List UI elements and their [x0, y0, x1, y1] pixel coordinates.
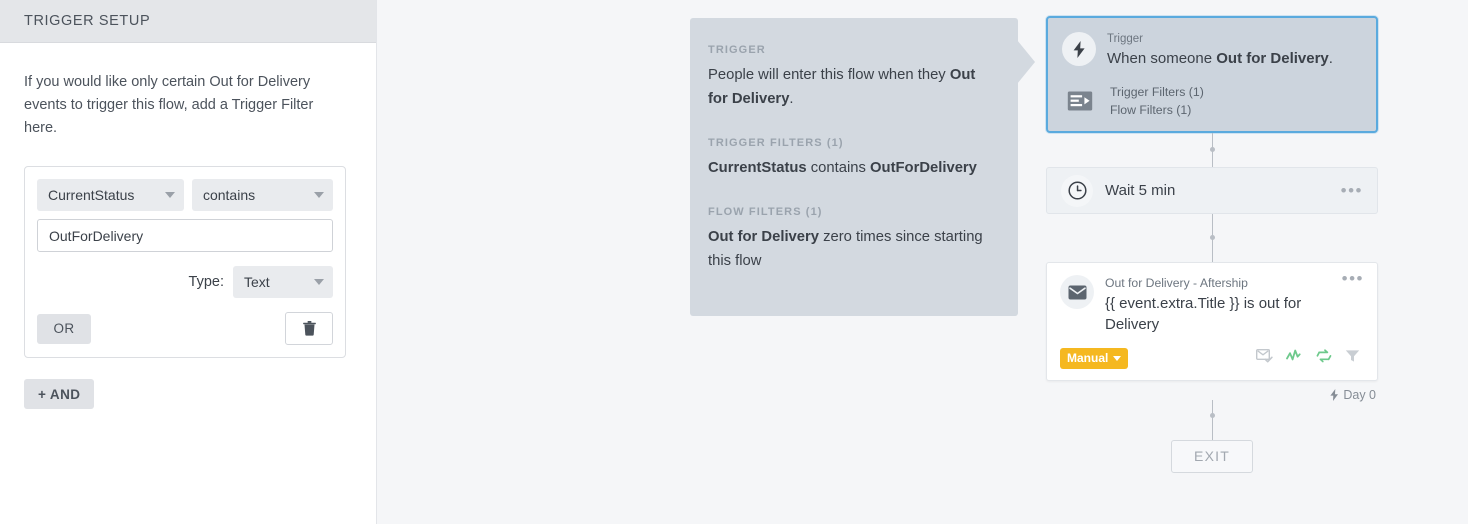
filter-value-input[interactable]	[37, 219, 333, 252]
flow-summary-tooltip: TRIGGER People will enter this flow when…	[690, 18, 1035, 316]
trigger-node-text: Trigger When someone Out for Delivery.	[1107, 32, 1333, 69]
connector-line	[1211, 400, 1213, 440]
exit-node-wrapper: EXIT	[1046, 440, 1378, 473]
filter-attribute-select[interactable]: CurrentStatus	[37, 179, 184, 211]
summary-trigger-text: People will enter this flow when they Ou…	[708, 63, 992, 111]
flow-canvas: Trigger When someone Out for Delivery. T…	[1046, 16, 1378, 473]
filter-attribute-value: CurrentStatus	[48, 187, 135, 203]
email-check-icon[interactable]	[1255, 348, 1273, 368]
connector-trigger-to-wait	[1046, 133, 1378, 167]
trigger-node-filters[interactable]: Trigger Filters (1) Flow Filters (1)	[1062, 83, 1362, 119]
ab-test-swap-glyph	[1316, 349, 1332, 363]
trigger-headline-plain: When someone	[1107, 50, 1217, 67]
trigger-filter-group: CurrentStatus contains Type: Text OR	[24, 166, 346, 358]
chevron-down-icon	[314, 192, 324, 198]
trigger-filters-count: Trigger Filters (1)	[1110, 85, 1204, 99]
delete-filter-button[interactable]	[285, 312, 333, 345]
trigger-node-filter-counts: Trigger Filters (1) Flow Filters (1)	[1110, 83, 1204, 119]
summary-flow-filters-event: Out for Delivery	[708, 229, 820, 245]
trigger-setup-panel: TRIGGER SETUP If you would like only cer…	[0, 0, 377, 524]
or-button[interactable]: OR	[37, 313, 91, 344]
summary-trigger-filters-label: TRIGGER FILTERS (1)	[708, 137, 844, 149]
flow-node-wait[interactable]: Wait 5 min •••	[1046, 167, 1378, 214]
lightning-bolt-glyph	[1073, 40, 1085, 58]
status-badge[interactable]: Manual	[1060, 348, 1129, 369]
ab-test-swap-icon[interactable]	[1316, 349, 1332, 368]
chevron-down-icon	[164, 192, 175, 198]
filter-type-label: Type:	[188, 274, 224, 290]
funnel-filter-glyph	[1345, 350, 1360, 362]
filter-operator-value: contains	[202, 187, 256, 203]
trigger-headline-bold: Out for Delivery	[1216, 50, 1329, 67]
filter-condition-row: CurrentStatus contains	[37, 179, 333, 211]
clock-glyph	[1067, 181, 1087, 200]
filters-list-icon	[1065, 88, 1095, 114]
email-node-kicker: Out for Delivery - Aftership	[1105, 276, 1248, 290]
summary-trigger-label: TRIGGER	[708, 44, 766, 56]
trigger-node-top: Trigger When someone Out for Delivery.	[1062, 32, 1362, 69]
analytics-spike-icon[interactable]	[1286, 349, 1303, 368]
filter-type-row: Type: Text	[37, 266, 333, 298]
trigger-node-headline: When someone Out for Delivery.	[1107, 48, 1333, 69]
filter-type-value: Text	[244, 274, 270, 290]
trash-icon	[302, 321, 316, 336]
connector-wait-to-email	[1046, 214, 1378, 262]
trigger-node-kicker: Trigger	[1107, 33, 1143, 45]
envelope-glyph	[1068, 285, 1086, 299]
funnel-filter-icon[interactable]	[1345, 349, 1360, 368]
email-node-top: Out for Delivery - Aftership ••• {{ even…	[1060, 270, 1364, 335]
filter-type-select[interactable]: Text	[233, 266, 333, 298]
filter-operator-select[interactable]: contains	[191, 179, 333, 211]
email-node-header-row: Out for Delivery - Aftership •••	[1105, 270, 1364, 291]
summary-trigger-filters-attr: CurrentStatus	[708, 160, 807, 176]
connector-dot	[1209, 235, 1215, 240]
analytics-spike-glyph	[1286, 349, 1301, 361]
filter-actions-row: OR	[37, 312, 333, 345]
connector-dot	[1209, 413, 1215, 418]
wait-node-menu-button[interactable]: •••	[1341, 182, 1363, 199]
summary-trigger-filters-value: OutForDelivery	[870, 160, 977, 176]
status-badge-label: Manual	[1067, 351, 1109, 365]
lightning-bolt-icon	[1062, 32, 1096, 66]
clock-icon	[1061, 174, 1093, 207]
wait-node-label: Wait 5 min	[1105, 182, 1176, 199]
panel-description: If you would like only certain Out for D…	[24, 74, 314, 136]
chevron-down-icon	[314, 279, 324, 285]
email-node-text: Out for Delivery - Aftership ••• {{ even…	[1105, 270, 1364, 335]
summary-flow-filters-label: FLOW FILTERS (1)	[708, 206, 823, 218]
email-node-footer: Manual	[1060, 348, 1364, 369]
trigger-headline-end: .	[1328, 50, 1333, 67]
summary-trigger-text-plain: People will enter this flow when they	[708, 67, 950, 83]
page-title: TRIGGER SETUP	[24, 13, 151, 29]
summary-trigger-filters-op: contains	[806, 160, 871, 176]
summary-flow-filters-text: Out for Delivery zero times since starti…	[708, 225, 992, 273]
email-node-menu-button[interactable]: •••	[1342, 270, 1364, 287]
email-node-subject: {{ event.extra.Title }} is out for Deliv…	[1105, 295, 1302, 333]
flow-node-exit[interactable]: EXIT	[1171, 440, 1253, 473]
connector-dot	[1209, 147, 1215, 152]
connector-email-to-exit	[1046, 400, 1378, 440]
panel-header: TRIGGER SETUP	[0, 0, 376, 43]
filters-list-glyph	[1067, 91, 1093, 111]
add-and-condition-button[interactable]: + AND	[24, 379, 95, 409]
email-check-glyph	[1255, 348, 1273, 363]
flow-node-email[interactable]: Out for Delivery - Aftership ••• {{ even…	[1046, 262, 1378, 381]
email-node-action-icons	[1255, 348, 1364, 368]
panel-body: If you would like only certain Out for D…	[0, 43, 376, 409]
flow-node-trigger[interactable]: Trigger When someone Out for Delivery. T…	[1046, 16, 1378, 133]
chevron-down-icon	[1113, 355, 1122, 361]
summary-trigger-filters-text: CurrentStatus contains OutForDelivery	[708, 156, 992, 180]
envelope-icon	[1060, 275, 1094, 309]
summary-trigger-text-end: .	[789, 91, 794, 107]
flow-filters-count: Flow Filters (1)	[1110, 103, 1192, 117]
